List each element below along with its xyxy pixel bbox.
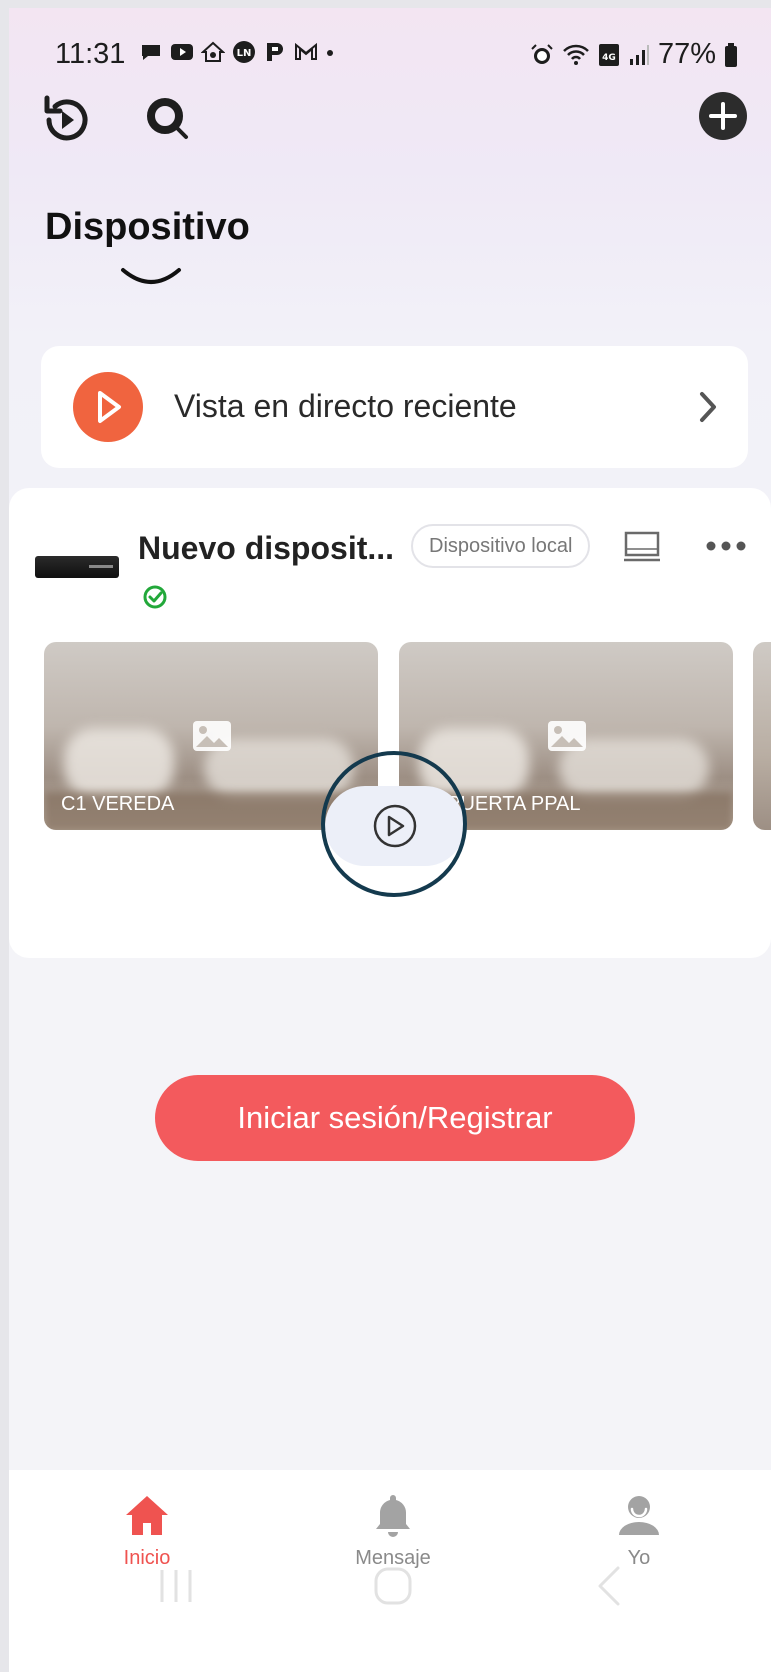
status-time: 11:31	[55, 38, 126, 70]
recent-live-card[interactable]: Vista en directo reciente	[41, 346, 748, 468]
bell-icon	[376, 1495, 410, 1537]
multi-screen-view-icon[interactable]	[623, 530, 661, 564]
alarm-icon	[531, 43, 553, 64]
annotation-highlight-circle	[321, 751, 467, 897]
search-icon[interactable]	[141, 92, 197, 148]
back-icon[interactable]	[592, 1564, 626, 1608]
page-title: Dispositivo	[45, 206, 250, 248]
image-placeholder-icon	[193, 721, 231, 751]
youtube-icon	[171, 44, 193, 60]
recent-live-play-icon	[73, 372, 143, 442]
home-network-icon	[201, 41, 225, 62]
camera-label: C1 VEREDA	[61, 793, 175, 815]
battery-icon	[725, 42, 737, 67]
app-screen: 11:31 LN 4G 77% Dispositivo Vista en dir…	[9, 8, 771, 1672]
recent-live-label: Vista en directo reciente	[174, 388, 517, 424]
more-notifications-dot-icon	[327, 50, 333, 56]
nav-item-yo[interactable]: Yo	[579, 1492, 699, 1570]
nav-item-inicio[interactable]: Inicio	[87, 1492, 207, 1570]
login-register-button[interactable]: Iniciar sesión/Registrar	[155, 1075, 635, 1161]
image-placeholder-icon	[548, 721, 586, 751]
svg-text:LN: LN	[237, 48, 252, 59]
wifi-icon	[563, 44, 589, 65]
more-options-icon[interactable]	[705, 540, 747, 552]
status-bar: 11:31 LN 4G 77%	[9, 30, 771, 74]
device-card: Nuevo disposit... Dispositivo local C1 V…	[9, 488, 771, 958]
device-name[interactable]: Nuevo disposit...	[138, 530, 394, 567]
status-right: 4G 77%	[530, 38, 738, 71]
home-system-icon[interactable]	[371, 1564, 415, 1608]
title-underline-smile	[121, 268, 181, 284]
add-device-icon[interactable]	[697, 90, 749, 142]
signal-icon	[629, 44, 649, 65]
playback-history-icon[interactable]	[39, 92, 95, 148]
nav-item-mensaje[interactable]: Mensaje	[333, 1492, 453, 1570]
ln-news-icon: LN	[233, 41, 255, 63]
camera-thumbnail-next-peek[interactable]	[753, 642, 771, 830]
p-app-icon	[267, 43, 283, 61]
home-icon	[126, 1496, 168, 1535]
chevron-right-icon	[700, 392, 716, 422]
bottom-nav: Inicio Mensaje Yo	[9, 1470, 771, 1672]
user-profile-icon	[619, 1496, 659, 1535]
gmail-icon	[295, 42, 317, 60]
nvr-device-image	[35, 556, 119, 578]
volte-4g-icon: 4G	[598, 43, 619, 66]
recent-apps-icon[interactable]	[156, 1564, 196, 1608]
local-device-badge: Dispositivo local	[411, 524, 591, 568]
svg-text:4G: 4G	[602, 53, 616, 63]
chat-bubble-icon	[142, 45, 160, 60]
notification-icons: LN	[139, 40, 335, 64]
online-check-icon	[143, 585, 167, 609]
battery-level: 77%	[657, 38, 716, 70]
